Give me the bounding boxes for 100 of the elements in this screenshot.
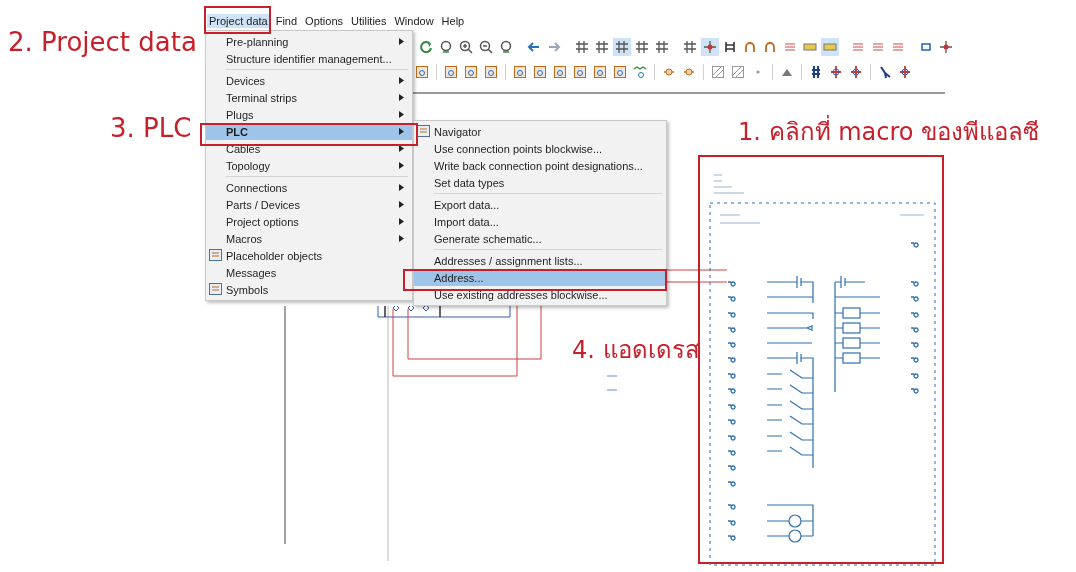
block-icon <box>573 65 587 79</box>
menu-item[interactable]: Messages <box>206 264 412 281</box>
submenu-arrow-icon <box>399 77 404 84</box>
toolbar-button[interactable] <box>937 38 955 56</box>
highlight-frame <box>204 6 271 34</box>
block-icon <box>533 65 547 79</box>
menu-bar-item[interactable]: Options <box>303 14 346 28</box>
crosshair-icon <box>939 40 953 54</box>
menu-item[interactable]: Devices <box>206 72 412 89</box>
toolbar-button[interactable] <box>613 38 631 56</box>
menu-item[interactable]: Import data... <box>414 213 666 230</box>
arc-icon <box>763 40 777 54</box>
menu-item[interactable]: Addresses / assignment lists... <box>414 252 666 269</box>
toolbar-button[interactable] <box>593 38 611 56</box>
block-icon <box>444 65 458 79</box>
menu-item[interactable]: Structure identifier management... <box>206 50 412 67</box>
menu-bar-item[interactable]: Help <box>439 14 467 28</box>
menu-bar-item[interactable]: Window <box>392 14 436 28</box>
menu-item[interactable]: Terminal strips <box>206 89 412 106</box>
submenu-arrow-icon <box>399 94 404 101</box>
magnifier-icon <box>439 40 453 54</box>
square-icon <box>919 40 933 54</box>
toolbar-button[interactable] <box>573 38 591 56</box>
annotation-label: 1. คลิกที่ macro ของพีแอลซี <box>738 112 1040 151</box>
menu-item[interactable]: Topology <box>206 157 412 174</box>
kink-icon <box>878 65 892 79</box>
menu-item[interactable]: Project options <box>206 213 412 230</box>
toolbar-button[interactable] <box>653 38 671 56</box>
toolbar-button[interactable] <box>633 38 651 56</box>
bar-icon <box>803 40 817 54</box>
submenu-arrow-icon <box>399 218 404 225</box>
block-icon <box>593 65 607 79</box>
arrow-right-icon <box>547 40 561 54</box>
menu-item[interactable]: Pre-planning <box>206 33 412 50</box>
submenu-arrow-icon <box>399 128 404 135</box>
menu-item[interactable]: Placeholder objects <box>206 247 412 264</box>
submenu-arrow-icon <box>399 235 404 242</box>
menu-item[interactable]: Navigator <box>414 123 666 140</box>
zoom-in-icon <box>459 40 473 54</box>
toolbar-button[interactable] <box>681 38 699 56</box>
magnifier-icon <box>499 40 513 54</box>
menu-bar-item[interactable]: Project data <box>207 14 270 28</box>
hatch-icon <box>731 65 745 79</box>
cross-icon <box>898 65 912 79</box>
block-icon <box>613 65 627 79</box>
hash-icon <box>635 40 649 54</box>
annotation-label: 2. Project data <box>8 27 197 57</box>
menu-item[interactable]: Use connection points blockwise... <box>414 140 666 157</box>
lines-icon <box>851 40 865 54</box>
menu-item[interactable]: Write back connection point designations... <box>414 157 666 174</box>
menu-item[interactable]: Set data types <box>414 174 666 191</box>
submenu-arrow-icon <box>399 145 404 152</box>
list-window-icon <box>209 283 222 295</box>
refresh-icon <box>419 40 433 54</box>
block-icon <box>484 65 498 79</box>
hash-icon <box>595 40 609 54</box>
node-icon <box>682 65 696 79</box>
submenu-arrow-icon <box>399 201 404 208</box>
hatch-icon <box>711 65 725 79</box>
bus-icon <box>809 65 823 79</box>
menu-bar-item[interactable]: Find <box>273 14 300 28</box>
list-window-icon <box>209 249 222 261</box>
submenu-arrow-icon <box>399 38 404 45</box>
menu-item[interactable]: Symbols <box>206 281 412 298</box>
toolbar-button[interactable] <box>477 38 495 56</box>
block-icon <box>415 65 429 79</box>
annotation-label: 4. แอดเดรส <box>572 335 700 366</box>
menu-item[interactable]: Generate schematic... <box>414 230 666 247</box>
block-icon <box>513 65 527 79</box>
menu-item[interactable]: Parts / Devices <box>206 196 412 213</box>
frame-icon <box>723 40 737 54</box>
cross-icon <box>829 65 843 79</box>
submenu-arrow-icon <box>399 111 404 118</box>
zoom-out-icon <box>479 40 493 54</box>
wave-icon <box>633 65 647 79</box>
arrow-left-icon <box>527 40 541 54</box>
block-icon <box>553 65 567 79</box>
menu-item[interactable]: Connections <box>206 179 412 196</box>
cross-icon <box>849 65 863 79</box>
menu-item[interactable]: Plugs <box>206 106 412 123</box>
hash-icon <box>683 40 697 54</box>
lines-icon <box>871 40 885 54</box>
lines-icon <box>891 40 905 54</box>
annotation-label: 3. PLC <box>110 113 192 143</box>
hash-icon <box>575 40 589 54</box>
menu-item[interactable]: Use existing addresses blockwise... <box>414 286 666 303</box>
bar-icon <box>823 40 837 54</box>
arc-icon <box>743 40 757 54</box>
submenu-arrow-icon <box>399 184 404 191</box>
lines-icon <box>783 40 797 54</box>
crosshair-icon <box>703 40 717 54</box>
menu-item[interactable]: Macros <box>206 230 412 247</box>
dot-icon <box>756 70 760 74</box>
block-icon <box>464 65 478 79</box>
menu-item[interactable]: Export data... <box>414 196 666 213</box>
toolbar-button[interactable] <box>457 38 475 56</box>
connection-wires-drawing <box>665 268 729 284</box>
menu-bar-item[interactable]: Utilities <box>349 14 389 28</box>
hash-icon <box>655 40 669 54</box>
hash-icon <box>615 40 629 54</box>
